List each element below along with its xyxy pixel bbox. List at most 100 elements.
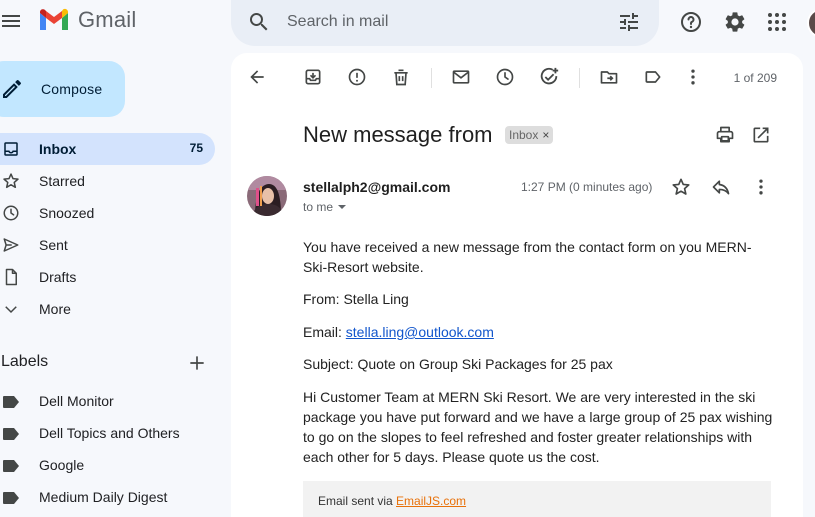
sidebar-item-label: Snoozed bbox=[39, 205, 95, 221]
inbox-unread-count: 75 bbox=[189, 141, 203, 155]
footer-label: Email sent via bbox=[318, 494, 397, 508]
sidebar-item-inbox[interactable]: Inbox 75 bbox=[0, 133, 215, 165]
chevron-down-icon bbox=[5, 306, 17, 314]
search-button[interactable] bbox=[239, 2, 279, 42]
mark-unread-button[interactable] bbox=[441, 57, 481, 97]
snooze-button[interactable] bbox=[485, 57, 525, 97]
label-icon bbox=[645, 71, 661, 83]
sidebar-item-sent[interactable]: Sent bbox=[0, 229, 215, 261]
help-icon bbox=[681, 12, 701, 32]
message-time: 1:27 PM (0 minutes ago) bbox=[521, 180, 653, 194]
body-intro: You have received a new message from the… bbox=[303, 239, 752, 275]
sidebar-item-snoozed[interactable]: Snoozed bbox=[0, 197, 215, 229]
more-vert-icon bbox=[759, 179, 763, 195]
label-name: Dell Monitor bbox=[39, 393, 114, 409]
tune-icon bbox=[620, 13, 638, 31]
back-arrow-icon bbox=[250, 70, 264, 84]
label-tag-icon bbox=[3, 396, 19, 408]
delete-icon bbox=[394, 69, 408, 86]
sidebar-item-label: Drafts bbox=[39, 269, 77, 285]
label-tag-icon bbox=[3, 460, 19, 472]
sidebar-item-starred[interactable]: Starred bbox=[0, 165, 215, 197]
sidebar-item-label: Sent bbox=[39, 237, 68, 253]
search-icon bbox=[250, 13, 268, 31]
sidebar-item-more[interactable]: More bbox=[0, 293, 215, 325]
email-footer: Email sent via EmailJS.com bbox=[303, 481, 771, 517]
reply-button[interactable] bbox=[701, 167, 741, 207]
message-more-button[interactable] bbox=[741, 167, 781, 207]
print-icon bbox=[716, 126, 734, 143]
app-name: Gmail bbox=[78, 7, 137, 32]
add-task-icon bbox=[540, 67, 559, 85]
back-button[interactable] bbox=[237, 57, 277, 97]
star-icon bbox=[672, 178, 690, 195]
archive-icon bbox=[305, 69, 321, 85]
search-bar[interactable] bbox=[231, 0, 659, 46]
labels-button[interactable] bbox=[633, 57, 673, 97]
sender-email[interactable]: stellalph2@gmail.com bbox=[303, 179, 450, 195]
labels-heading: Labels bbox=[1, 353, 49, 370]
label-item[interactable]: Medium Daily Digest bbox=[0, 481, 215, 513]
open-new-window-button[interactable] bbox=[741, 115, 781, 155]
apps-grid-icon bbox=[768, 13, 786, 31]
star-message-button[interactable] bbox=[661, 167, 701, 207]
plus-icon bbox=[190, 356, 204, 370]
body-paragraph: Hi Customer Team at MERN Ski Resort. We … bbox=[303, 389, 773, 465]
open-in-new-icon bbox=[753, 127, 769, 143]
label-item[interactable]: Dell Monitor bbox=[0, 385, 215, 417]
sidebar-item-label: Starred bbox=[39, 173, 85, 189]
star-icon bbox=[3, 173, 19, 189]
emailjs-link[interactable]: EmailJS.com bbox=[396, 494, 466, 508]
label-name: Dell Topics and Others bbox=[39, 425, 180, 441]
clock-icon bbox=[3, 205, 19, 221]
message-subject: New message from bbox=[303, 122, 493, 147]
sidebar-item-drafts[interactable]: Drafts bbox=[0, 261, 215, 293]
move-to-button[interactable] bbox=[589, 57, 629, 97]
mark-unread-icon bbox=[452, 70, 470, 84]
sender-avatar[interactable] bbox=[247, 176, 287, 216]
sender-email-link[interactable]: stella.ling@outlook.com bbox=[346, 324, 494, 340]
inbox-label-chip: Inbox × bbox=[505, 126, 554, 144]
body-email-line: Email: stella.ling@outlook.com bbox=[303, 322, 783, 342]
search-input[interactable] bbox=[287, 10, 587, 34]
remove-label-button[interactable]: × bbox=[542, 128, 549, 142]
more-vert-icon bbox=[691, 69, 695, 85]
settings-button[interactable] bbox=[715, 2, 755, 42]
compose-button[interactable]: Compose bbox=[0, 61, 125, 117]
reply-icon bbox=[712, 180, 730, 195]
hamburger-icon bbox=[2, 15, 20, 27]
chip-label: Inbox bbox=[509, 128, 539, 142]
label-tag-icon bbox=[3, 492, 19, 504]
message-panel: 1 of 209 New message from Inbox × stella… bbox=[231, 53, 803, 517]
report-spam-icon bbox=[348, 68, 366, 86]
label-name: Medium Daily Digest bbox=[39, 489, 168, 505]
toolbar-divider bbox=[579, 68, 580, 88]
label-item[interactable]: Google bbox=[0, 449, 215, 481]
label-tag-icon bbox=[3, 428, 19, 440]
sidebar-item-label: More bbox=[39, 301, 71, 317]
label-name: Google bbox=[39, 457, 85, 473]
sidebar-item-label: Inbox bbox=[39, 141, 77, 157]
help-button[interactable] bbox=[671, 2, 711, 42]
account-avatar[interactable] bbox=[807, 8, 815, 38]
main-menu-button[interactable] bbox=[0, 1, 31, 41]
sender-photo bbox=[247, 176, 287, 216]
gmail-m-icon bbox=[40, 8, 68, 30]
label-item[interactable]: Dell Topics and Others bbox=[0, 417, 215, 449]
apps-button[interactable] bbox=[757, 2, 797, 42]
add-task-button[interactable] bbox=[529, 57, 569, 97]
footer-text: Email sent via EmailJS.com bbox=[318, 494, 466, 508]
search-options-button[interactable] bbox=[609, 2, 649, 42]
report-spam-button[interactable] bbox=[337, 57, 377, 97]
body-subject-line: Subject: Quote on Group Ski Packages for… bbox=[303, 356, 613, 372]
gmail-logo[interactable]: Gmail bbox=[38, 7, 136, 33]
archive-button[interactable] bbox=[293, 57, 333, 97]
create-label-button[interactable] bbox=[177, 343, 217, 383]
print-button[interactable] bbox=[705, 115, 745, 155]
recipient-details-toggle[interactable]: to me bbox=[303, 200, 347, 214]
gear-icon bbox=[725, 12, 745, 32]
toolbar-divider bbox=[431, 68, 432, 88]
caret-down-icon bbox=[338, 205, 347, 209]
more-actions-button[interactable] bbox=[673, 57, 713, 97]
delete-button[interactable] bbox=[381, 57, 421, 97]
